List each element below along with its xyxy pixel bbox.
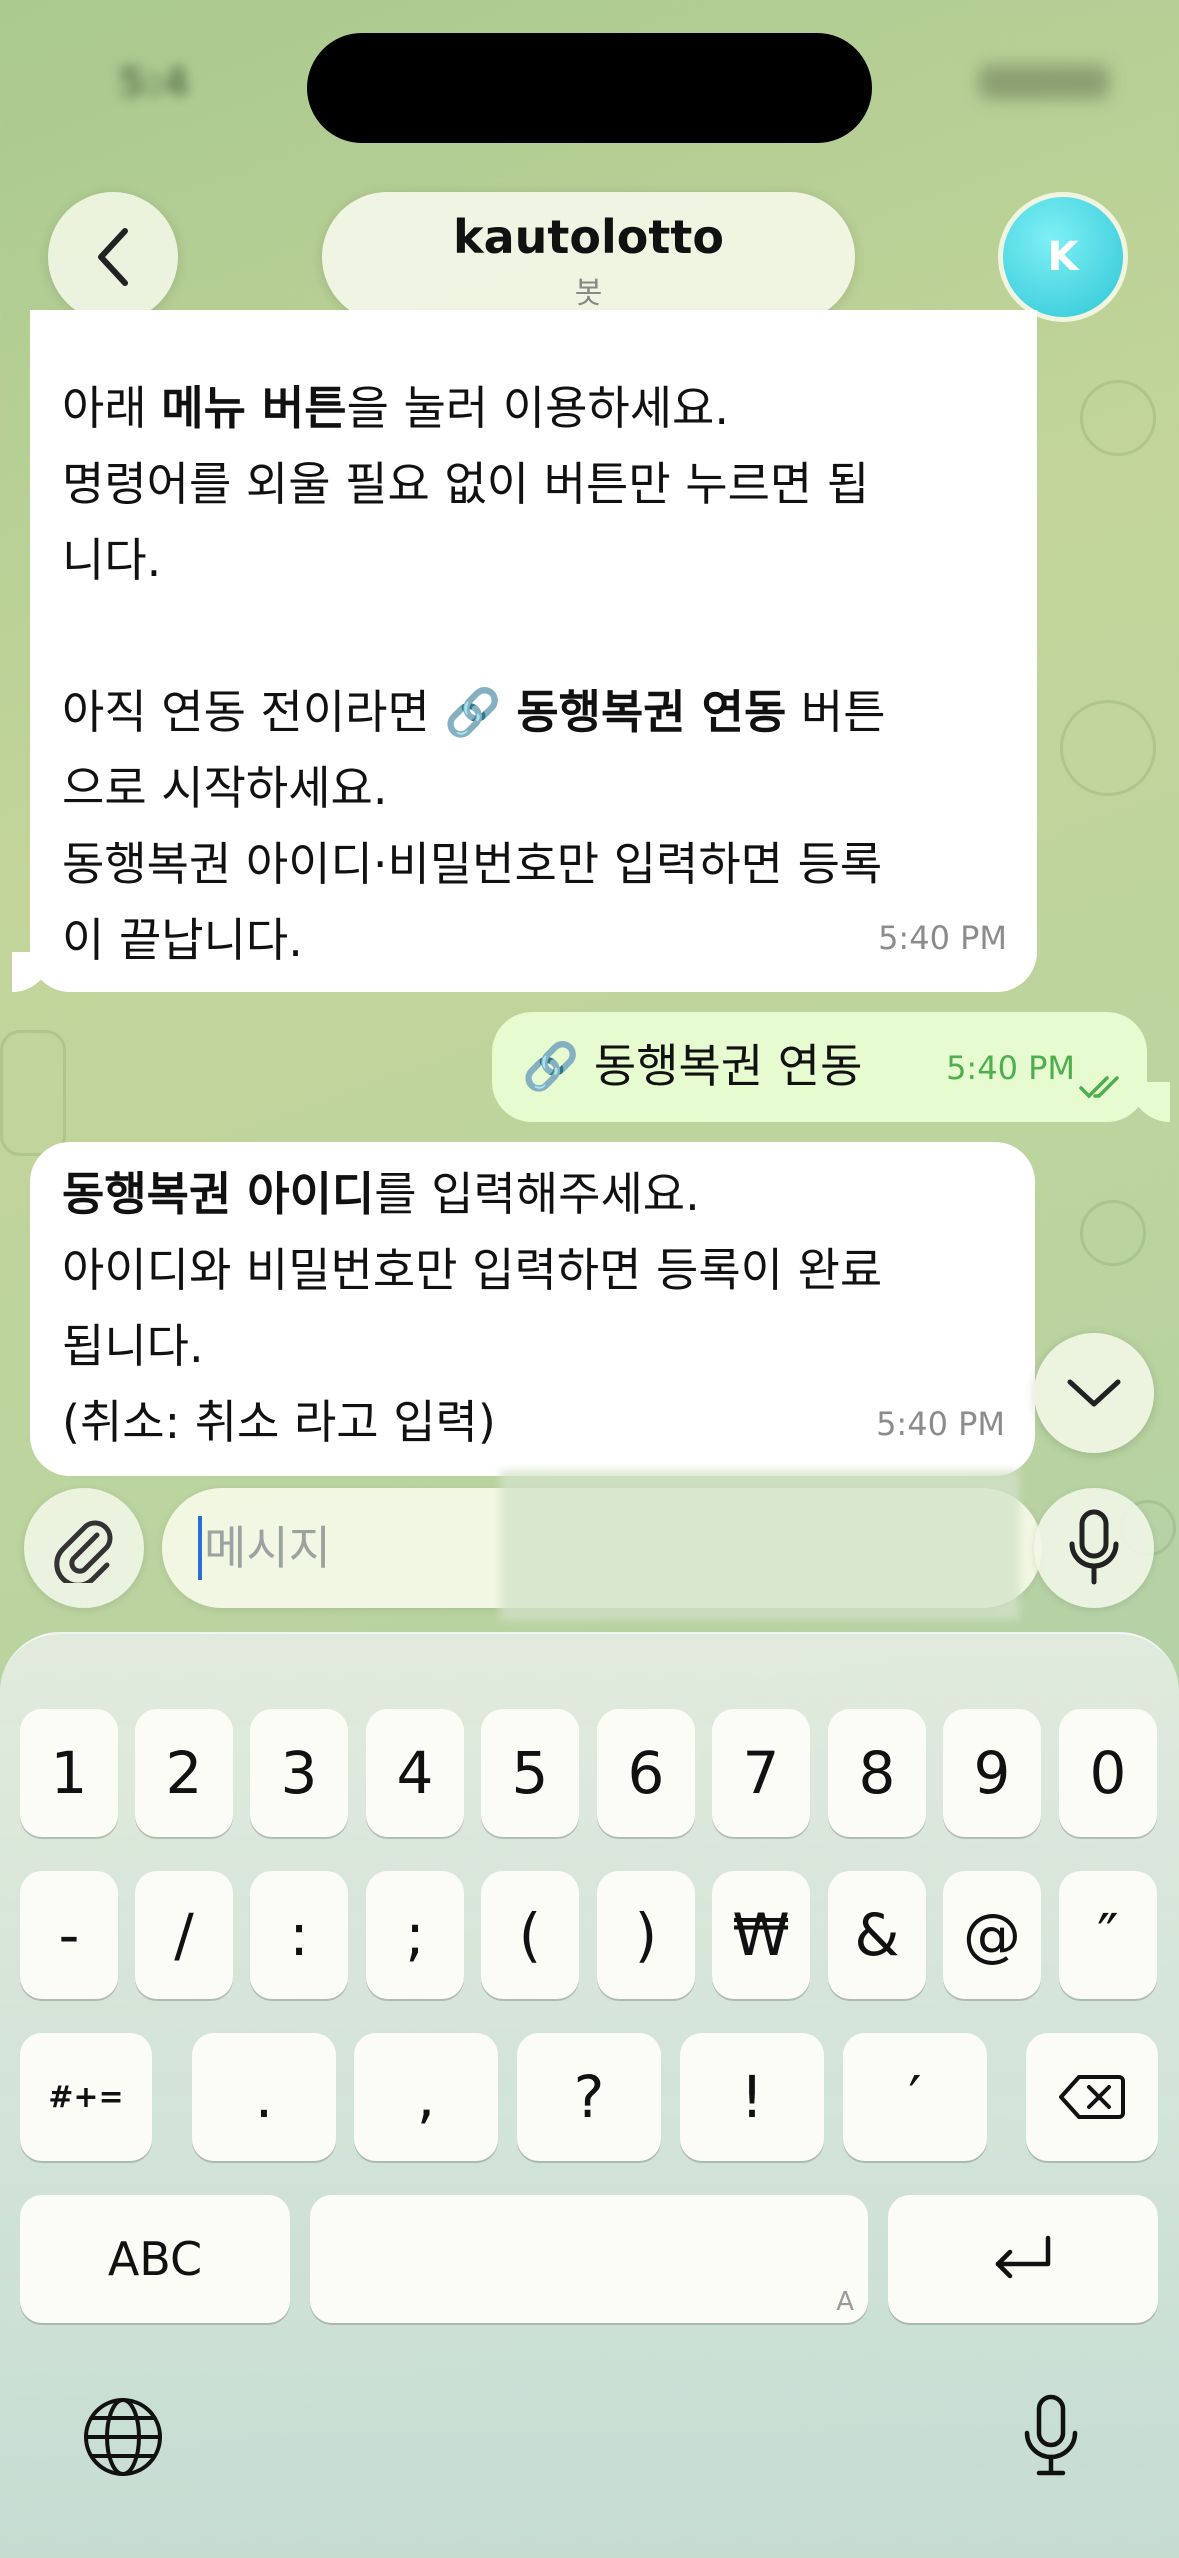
key[interactable]: ″: [1059, 1871, 1157, 1999]
key[interactable]: /: [135, 1871, 233, 1999]
chat-name: kautolotto: [453, 210, 724, 264]
key[interactable]: !: [680, 2033, 824, 2161]
keyboard: 1 2 3 4 5 6 7 8 9 0 - / : ; ( ) ₩ & @ ″ …: [0, 1632, 1179, 2558]
key[interactable]: 4: [366, 1709, 464, 1837]
globe-button[interactable]: [78, 2392, 168, 2482]
space-corner-label: A: [836, 2287, 854, 2317]
message-line: 동행복권 아이디·비밀번호만 입력하면 등록: [62, 826, 1003, 902]
symbols-toggle-key[interactable]: #+=: [20, 2033, 152, 2161]
key[interactable]: 5: [481, 1709, 579, 1837]
message-line: 명령어를 외울 필요 없이 버튼만 누르면 됩: [62, 446, 1003, 522]
key[interactable]: .: [192, 2033, 336, 2161]
space-key[interactable]: A: [310, 2195, 868, 2323]
message-text: 이 끝납니다.: [62, 913, 303, 967]
message-text: 아직 연동 전이라면 🔗: [62, 685, 517, 739]
message-line: 아이디와 비밀번호만 입력하면 등록이 완료: [62, 1232, 1005, 1308]
message-line: 으로 시작하세요.: [62, 750, 1003, 826]
key[interactable]: @: [943, 1871, 1041, 1999]
chevron-left-icon: [98, 228, 128, 286]
text-caret: [198, 1516, 202, 1580]
message-text-bold: 동행복권 아이디: [62, 1167, 375, 1221]
message-line: (취소: 취소 라고 입력): [62, 1384, 1005, 1460]
avatar[interactable]: K: [998, 192, 1128, 322]
message-text: 🔗 동행복권 연동: [522, 1039, 863, 1093]
key[interactable]: 3: [250, 1709, 348, 1837]
message-text: 명령어를 외울 필요 없이 버튼만 누르면 됩: [62, 457, 870, 511]
message-time: 5:40 PM: [946, 1049, 1075, 1087]
chat-subtitle: 봇: [574, 276, 603, 311]
return-icon: [995, 2235, 1051, 2279]
message-text: 를 입력해주세요.: [374, 1167, 700, 1221]
dictation-button[interactable]: [1006, 2386, 1096, 2486]
globe-icon: [84, 2398, 162, 2476]
voice-message-button[interactable]: [1034, 1488, 1154, 1608]
key[interactable]: ;: [366, 1871, 464, 1999]
key[interactable]: ,: [354, 2033, 498, 2161]
backspace-icon: [1059, 2075, 1125, 2119]
key[interactable]: 1: [20, 1709, 118, 1837]
scroll-down-button[interactable]: [1034, 1333, 1154, 1453]
message-text-bold: 메뉴 버튼: [161, 381, 347, 435]
message-line: 니다.: [62, 522, 1003, 598]
key[interactable]: 6: [597, 1709, 695, 1837]
message-bubble-outgoing[interactable]: 🔗 동행복권 연동 5:40 PM: [492, 1012, 1147, 1122]
message-text: 아래: [62, 381, 162, 435]
message-line: 동행복권 아이디를 입력해주세요.: [62, 1156, 1005, 1232]
microphone-icon: [1069, 1509, 1119, 1585]
key[interactable]: ): [597, 1871, 695, 1999]
message-text: 으로 시작하세요.: [62, 761, 388, 815]
key[interactable]: ₩: [712, 1871, 810, 1999]
message-text-bold: 동행복권 연동: [516, 685, 787, 739]
chevron-down-icon: [1067, 1379, 1121, 1407]
key[interactable]: 2: [135, 1709, 233, 1837]
microphone-icon: [1024, 2394, 1078, 2476]
key[interactable]: (: [481, 1871, 579, 1999]
message-input-placeholder: 메시지: [204, 1521, 331, 1575]
message-text: 동행복권 아이디·비밀번호만 입력하면 등록: [62, 837, 883, 891]
key[interactable]: 0: [1059, 1709, 1157, 1837]
attach-button[interactable]: [24, 1488, 144, 1608]
key[interactable]: 8: [828, 1709, 926, 1837]
status-indicators: [979, 65, 1109, 99]
chat-title[interactable]: kautolotto 봇: [322, 192, 855, 322]
message-time: 5:40 PM: [878, 919, 1007, 957]
back-button[interactable]: [48, 192, 178, 322]
key[interactable]: 7: [712, 1709, 810, 1837]
key[interactable]: 9: [943, 1709, 1041, 1837]
message-line: 됩니다.: [62, 1308, 1005, 1384]
blurred-overlay: [500, 1470, 1020, 1620]
status-time: 5:4: [118, 60, 190, 106]
message-bubble-incoming[interactable]: 동행복권 아이디를 입력해주세요. 아이디와 비밀번호만 입력하면 등록이 완료…: [30, 1142, 1035, 1476]
dynamic-island: [307, 33, 872, 143]
message-time: 5:40 PM: [876, 1405, 1005, 1443]
key[interactable]: ′: [843, 2033, 987, 2161]
paperclip-icon: [54, 1520, 113, 1583]
message-line: 아직 연동 전이라면 🔗 동행복권 연동 버튼: [62, 674, 1003, 750]
message-text: 버튼: [786, 685, 886, 739]
message-line: 아래 메뉴 버튼을 눌러 이용하세요.: [62, 370, 1003, 446]
message-text: 아이디와 비밀번호만 입력하면 등록이 완료: [62, 1243, 883, 1297]
abc-key[interactable]: ABC: [20, 2195, 290, 2323]
key[interactable]: -: [20, 1871, 118, 1999]
message-text: 을 눌러 이용하세요.: [346, 381, 729, 435]
return-key[interactable]: [888, 2195, 1158, 2323]
message-bubble-incoming[interactable]: 아래 메뉴 버튼을 눌러 이용하세요. 명령어를 외울 필요 없이 버튼만 누르…: [30, 310, 1037, 992]
key[interactable]: &: [828, 1871, 926, 1999]
message-text: (취소: 취소 라고 입력): [62, 1395, 496, 1449]
double-check-icon: [1079, 1076, 1119, 1099]
message-text: 니다.: [62, 533, 162, 587]
key[interactable]: :: [250, 1871, 348, 1999]
message-text: 됩니다.: [62, 1319, 204, 1373]
message-line: 이 끝납니다.: [62, 902, 1003, 978]
key[interactable]: ?: [517, 2033, 661, 2161]
delete-key[interactable]: [1026, 2033, 1158, 2161]
